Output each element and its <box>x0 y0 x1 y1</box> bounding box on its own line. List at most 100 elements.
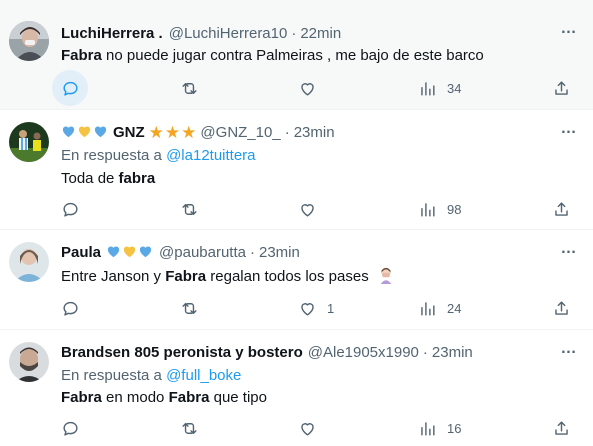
retweet-icon <box>182 422 197 434</box>
share-icon <box>555 201 568 216</box>
share-button[interactable] <box>552 197 571 221</box>
tweet-actions: 34 <box>0 70 593 106</box>
like-button[interactable] <box>298 416 317 440</box>
facepalm-emoji-icon <box>373 267 395 285</box>
views-count: 24 <box>447 300 462 316</box>
avatar[interactable] <box>9 342 49 382</box>
text-mid: en modo <box>101 389 169 406</box>
timestamp[interactable]: 23min <box>259 243 300 263</box>
heart-icon <box>301 302 314 316</box>
views-button[interactable]: 16 <box>418 416 461 440</box>
star-icon: ★ <box>148 123 164 142</box>
views-icon <box>421 81 435 96</box>
retweet-button[interactable] <box>180 76 199 100</box>
timestamp[interactable]: 23min <box>432 343 473 363</box>
reply-context: En respuesta a @full_boke <box>61 366 581 386</box>
likes-count: 1 <box>327 300 335 316</box>
tweet-text: Entre Janson y Fabra regalan todos los p… <box>61 266 581 287</box>
reply-button[interactable] <box>52 70 88 106</box>
heart-icon <box>301 203 314 217</box>
tweet-actions: 98 <box>0 197 593 221</box>
share-button[interactable] <box>552 416 571 440</box>
views-icon <box>421 421 435 436</box>
separator-dot: · <box>291 25 297 42</box>
text-pre: Entre Janson y <box>61 268 166 285</box>
views-button[interactable]: 98 <box>418 197 461 221</box>
retweet-icon <box>182 203 197 215</box>
reply-button[interactable] <box>61 197 80 221</box>
tweet-header: LuchiHerrera . @LuchiHerrera10 · 22min <box>61 24 581 44</box>
share-button[interactable] <box>552 76 571 100</box>
star-icon: ★ <box>164 123 181 142</box>
tweet-4[interactable]: Brandsen 805 peronista y bostero @Ale190… <box>0 330 593 446</box>
tweet-3[interactable]: Paula @paubarutta · 23min Entre Janson y… <box>0 230 593 330</box>
reply-handle-link[interactable]: @la12tuittera <box>166 147 255 164</box>
tweet-feed: LuchiHerrera . @LuchiHerrera10 · 22min F… <box>0 0 593 446</box>
more-options-icon[interactable]: … <box>559 121 579 142</box>
reply-icon <box>63 301 78 316</box>
more-options-icon[interactable]: … <box>559 21 579 42</box>
views-button[interactable]: 24 <box>418 296 461 320</box>
blue-heart-icon <box>138 243 154 263</box>
retweet-button[interactable] <box>180 197 199 221</box>
views-button[interactable]: 34 <box>418 76 461 100</box>
text-rest: que tipo <box>209 389 267 406</box>
text-bold: Fabra <box>168 389 210 406</box>
display-name[interactable]: LuchiHerrera . <box>61 24 163 44</box>
more-options-icon[interactable]: … <box>559 341 579 362</box>
retweet-button[interactable] <box>180 416 199 440</box>
blue-heart-icon <box>61 123 77 143</box>
avatar[interactable] <box>9 122 49 162</box>
more-options-icon[interactable]: … <box>559 241 579 262</box>
tweet-2[interactable]: GNZ ★ ★ ★ @GNZ_10_ · 23min En respuesta … <box>0 110 593 230</box>
share-icon <box>555 300 568 315</box>
views-icon <box>421 301 435 316</box>
retweet-button[interactable] <box>180 296 199 320</box>
reply-icon <box>63 81 78 96</box>
timestamp[interactable]: 22min <box>300 24 341 44</box>
like-button[interactable]: 1 <box>298 296 334 320</box>
reply-prefix: En respuesta a <box>61 147 167 164</box>
tweet-header: Brandsen 805 peronista y bostero @Ale190… <box>61 343 581 363</box>
blue-heart-icon <box>106 243 122 263</box>
reply-button[interactable] <box>61 416 80 440</box>
separator-dot: · <box>422 344 428 361</box>
share-icon <box>555 420 568 435</box>
tweet-header: Paula @paubarutta · 23min <box>61 243 581 263</box>
text-rest: no puede jugar contra Palmeiras , me baj… <box>101 47 484 64</box>
tweet-actions: 16 <box>0 416 593 440</box>
heart-icon <box>301 82 314 96</box>
reply-context: En respuesta a @la12tuittera <box>61 146 581 166</box>
tweet-text: Fabra no puede jugar contra Palmeiras , … <box>61 46 581 66</box>
views-count: 98 <box>447 201 462 217</box>
display-name[interactable]: Brandsen 805 peronista y bostero <box>61 343 303 363</box>
views-count: 16 <box>447 420 462 436</box>
share-icon <box>555 80 568 95</box>
timestamp[interactable]: 23min <box>294 123 335 143</box>
display-name[interactable]: Paula <box>61 243 101 263</box>
user-handle[interactable]: @LuchiHerrera10 <box>169 24 288 44</box>
text-bold: fabra <box>118 170 156 187</box>
reply-button[interactable] <box>61 296 80 320</box>
reply-prefix: En respuesta a <box>61 367 167 384</box>
display-name[interactable]: GNZ <box>113 123 145 143</box>
tweet-header: GNZ ★ ★ ★ @GNZ_10_ · 23min <box>61 123 581 143</box>
star-icon: ★ <box>181 123 197 142</box>
like-button[interactable] <box>298 76 317 100</box>
tweet-1[interactable]: LuchiHerrera . @LuchiHerrera10 · 22min F… <box>0 0 593 110</box>
blue-heart-icon <box>93 123 109 143</box>
like-button[interactable] <box>298 197 317 221</box>
user-handle[interactable]: @Ale1905x1990 <box>308 343 419 363</box>
reply-icon <box>63 202 78 217</box>
text-pre: Toda de <box>61 170 119 187</box>
views-count: 34 <box>447 80 462 96</box>
avatar[interactable] <box>9 242 49 282</box>
user-handle[interactable]: @paubarutta <box>159 243 246 263</box>
reply-handle-link[interactable]: @full_boke <box>166 367 241 384</box>
text-bold: Fabra <box>61 389 102 406</box>
avatar[interactable] <box>9 21 49 61</box>
user-handle[interactable]: @GNZ_10_ <box>200 123 280 143</box>
yellow-heart-icon <box>122 243 138 263</box>
share-button[interactable] <box>552 296 571 320</box>
tweet-text: Fabra en modo Fabra que tipo <box>61 388 581 408</box>
